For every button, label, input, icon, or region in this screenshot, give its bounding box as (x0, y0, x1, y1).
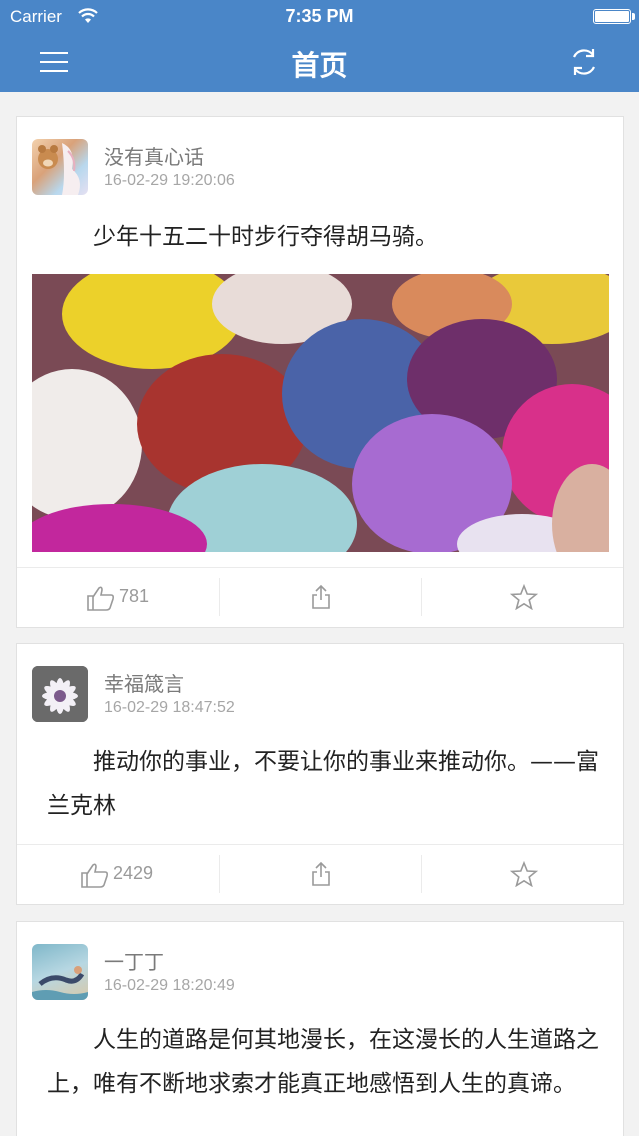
post-content: 少年十五二十时步行夺得胡马骑。 (93, 224, 438, 250)
favorite-button[interactable] (421, 578, 623, 616)
star-icon (510, 584, 538, 610)
favorite-button[interactable] (421, 855, 623, 893)
thumbs-up-icon (87, 586, 115, 611)
post-timestamp: 16-02-29 18:20:49 (104, 977, 235, 994)
post-content: 推动你的事业，不要让你的事业来推动你。——富兰克林 (47, 749, 599, 819)
username[interactable]: 幸福箴言 (104, 668, 184, 697)
share-icon (312, 861, 330, 886)
avatar[interactable] (32, 944, 88, 1000)
star-icon (510, 861, 538, 887)
page-title: 首页 (291, 49, 348, 82)
flower-avatar-image (32, 666, 88, 722)
battery-icon (593, 9, 631, 24)
post-card: 没有真心话 16-02-29 19:20:06 少年十五二十时步行夺得胡马骑。 (16, 116, 624, 628)
like-button[interactable]: 781 (17, 568, 219, 628)
username[interactable]: 没有真心话 (104, 141, 204, 170)
like-count: 2429 (113, 863, 154, 883)
battery-tip (632, 13, 635, 20)
username[interactable]: 一丁丁 (104, 946, 164, 975)
swimmer-avatar-image (32, 966, 88, 1000)
share-button[interactable] (219, 578, 421, 616)
share-icon (312, 584, 330, 609)
avatar[interactable] (32, 139, 88, 195)
avatar[interactable] (32, 666, 88, 722)
thumbs-up-icon (81, 863, 109, 888)
post-image[interactable] (32, 274, 609, 552)
navigation-bar: Carrier 7:35 PM 首页 (0, 0, 639, 92)
post-timestamp: 16-02-29 19:20:06 (104, 172, 235, 189)
macarons-photo (32, 274, 609, 552)
post-card: 幸福箴言 16-02-29 18:47:52 推动你的事业，不要让你的事业来推动… (16, 643, 624, 905)
share-button[interactable] (219, 855, 421, 893)
post-card: 一丁丁 16-02-29 18:20:49 人生的道路是何其地漫长，在这漫长的人… (16, 921, 624, 1136)
post-timestamp: 16-02-29 18:47:52 (104, 699, 235, 716)
bear-avatar-image (38, 143, 80, 195)
refresh-icon[interactable] (567, 46, 601, 78)
post-actions: 781 (17, 567, 623, 627)
like-count: 781 (119, 586, 150, 606)
status-time: 7:35 PM (285, 6, 354, 26)
status-bar: Carrier 7:35 PM (0, 0, 639, 34)
like-button[interactable]: 2429 (17, 845, 219, 905)
post-content: 人生的道路是何其地漫长，在这漫长的人生道路之上，唯有不断地求索才能真正地感悟到人… (47, 1027, 599, 1097)
post-actions: 2429 (17, 844, 623, 904)
